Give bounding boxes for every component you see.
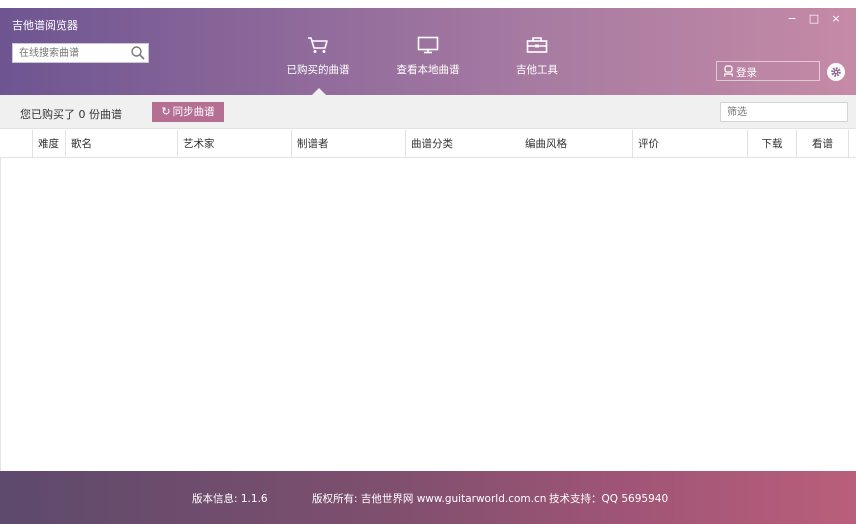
copyright-info: 版权所有: 吉他世界网 www.guitarworld.com.cn bbox=[312, 493, 547, 505]
column-header-song-name[interactable]: 歌名 bbox=[66, 130, 178, 157]
tab-label: 已购买的曲谱 bbox=[286, 64, 350, 76]
tab-local-scores[interactable]: 查看本地曲谱 bbox=[383, 36, 473, 80]
gear-icon bbox=[831, 67, 841, 77]
purchase-count-text: 您已购买了 0 份曲谱 bbox=[20, 108, 122, 121]
footer: 版本信息: 1.1.6 版权所有: 吉他世界网 www.guitarworld.… bbox=[0, 471, 856, 524]
app-title: 吉他谱阅览器 bbox=[12, 19, 78, 32]
search-icon[interactable] bbox=[130, 45, 146, 61]
support-info: 技术支持：QQ 5695940 bbox=[549, 493, 669, 505]
close-button[interactable]: × bbox=[828, 12, 844, 26]
version-info: 版本信息: 1.1.6 bbox=[192, 493, 268, 505]
table-header: 难度 歌名 艺术家 制谱者 曲谱分类 编曲风格 评价 下载 看谱 bbox=[0, 130, 856, 158]
maximize-button[interactable]: □ bbox=[806, 12, 822, 26]
score-list bbox=[0, 158, 856, 471]
cart-icon bbox=[308, 37, 328, 53]
column-header-rating[interactable]: 评价 bbox=[633, 130, 748, 157]
column-header-download[interactable]: 下载 bbox=[748, 130, 797, 157]
tab-guitar-tools[interactable]: 吉他工具 bbox=[492, 36, 582, 80]
settings-button[interactable] bbox=[827, 63, 845, 81]
sync-scores-button[interactable]: ↻ 同步曲谱 bbox=[152, 102, 224, 122]
minimize-button[interactable]: − bbox=[784, 12, 800, 26]
column-header-arrangement-style[interactable]: 编曲风格 bbox=[520, 130, 633, 157]
search-box bbox=[12, 43, 149, 63]
search-input[interactable] bbox=[13, 44, 134, 62]
filter-input[interactable] bbox=[720, 102, 848, 122]
column-header-category[interactable]: 曲谱分类 bbox=[406, 130, 520, 157]
tab-purchased-scores[interactable]: 已购买的曲谱 bbox=[273, 36, 363, 80]
login-label: 登录 bbox=[736, 67, 757, 79]
column-header-transcriber[interactable]: 制谱者 bbox=[292, 130, 406, 157]
toolbox-icon bbox=[526, 37, 548, 53]
column-select[interactable] bbox=[0, 130, 33, 157]
toolbar: 您已购买了 0 份曲谱 ↻ 同步曲谱 bbox=[0, 95, 856, 129]
user-icon bbox=[724, 65, 733, 77]
app-header: 吉他谱阅览器 − □ × 已购买的曲谱 查看本地曲谱 bbox=[0, 8, 856, 95]
tab-label: 查看本地曲谱 bbox=[396, 64, 460, 76]
refresh-icon: ↻ bbox=[161, 105, 171, 118]
tab-label: 吉他工具 bbox=[516, 64, 558, 76]
sync-label: 同步曲谱 bbox=[172, 106, 215, 118]
monitor-icon bbox=[417, 36, 439, 54]
column-header-view[interactable]: 看谱 bbox=[797, 130, 849, 157]
active-tab-indicator bbox=[312, 88, 326, 95]
column-header-artist[interactable]: 艺术家 bbox=[178, 130, 292, 157]
column-header-difficulty[interactable]: 难度 bbox=[33, 130, 66, 157]
login-button[interactable]: 登录 bbox=[716, 61, 820, 81]
